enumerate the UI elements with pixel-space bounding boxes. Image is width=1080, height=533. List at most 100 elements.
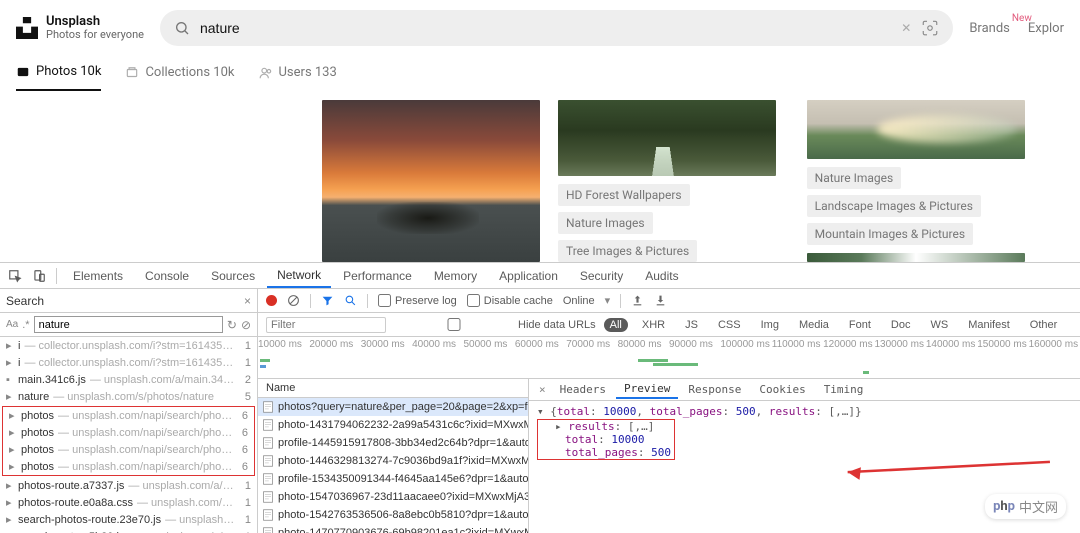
filter-media[interactable]: Media — [793, 318, 835, 332]
filter-ws[interactable]: WS — [924, 318, 954, 332]
clear-icon[interactable]: ✕ — [901, 21, 911, 35]
network-timeline[interactable]: 10000 ms20000 ms30000 ms40000 ms50000 ms… — [258, 337, 1080, 379]
refresh-icon[interactable]: ↻ — [227, 318, 237, 332]
nav-brands[interactable]: BrandsNew — [969, 21, 1010, 36]
tag[interactable]: HD Forest Wallpapers — [558, 184, 690, 206]
inspect-icon[interactable] — [8, 269, 22, 283]
search-result-row[interactable]: ▸i — collector.unsplash.com/i?stm=161435… — [0, 337, 257, 354]
search-icon[interactable] — [344, 294, 357, 307]
devtools-tab-sources[interactable]: Sources — [201, 265, 265, 287]
filter-all[interactable]: All — [604, 318, 628, 332]
search-result-row[interactable]: ▸search-route.e5b20.js — unsplash.com/a/… — [0, 528, 257, 533]
logo[interactable]: Unsplash Photos for everyone — [16, 15, 144, 41]
filter-icon[interactable] — [321, 294, 334, 307]
request-row[interactable]: photos?query=nature&per_page=20&page=2&x… — [258, 398, 528, 416]
close-icon[interactable]: × — [244, 294, 251, 308]
filter-other[interactable]: Other — [1024, 318, 1064, 332]
tab-collections[interactable]: Collections 10k — [125, 65, 234, 90]
detail-tab-response[interactable]: Response — [680, 381, 749, 398]
detail-tab-preview[interactable]: Preview — [616, 380, 678, 399]
filter-js[interactable]: JS — [679, 318, 704, 332]
device-icon[interactable] — [32, 269, 46, 283]
close-icon[interactable]: × — [535, 383, 550, 396]
devtools-tab-application[interactable]: Application — [489, 265, 568, 287]
devtools-tab-memory[interactable]: Memory — [424, 265, 487, 287]
search-result-row[interactable]: ▸i — collector.unsplash.com/i?stm=161435… — [0, 354, 257, 371]
filter-img[interactable]: Img — [755, 318, 785, 332]
search-result-row[interactable]: ▸photos — unsplash.com/napi/search/photo… — [3, 458, 254, 475]
record-icon[interactable] — [266, 295, 277, 306]
photo-gallery: HD Forest Wallpapers Nature Images Tree … — [0, 100, 1080, 262]
network-toolbar: Preserve log Disable cache Online ▾ — [258, 289, 1080, 313]
search-result-row[interactable]: ▸nature — unsplash.com/s/photos/nature5 — [0, 388, 257, 405]
tab-photos[interactable]: Photos 10k — [16, 64, 101, 91]
throttling-select[interactable]: Online — [563, 295, 595, 307]
filter-input[interactable] — [266, 317, 386, 333]
upload-icon[interactable] — [631, 294, 644, 307]
disable-cache-checkbox[interactable]: Disable cache — [467, 294, 553, 307]
filter-doc[interactable]: Doc — [885, 318, 917, 332]
search-result-row[interactable]: ▸photos-route.e0a8a.css — unsplash.com/a… — [0, 494, 257, 511]
search-bar[interactable]: ✕ — [160, 10, 953, 46]
tag[interactable]: Nature Images — [558, 212, 653, 234]
request-row[interactable]: photo-1547036967-23d11aacaee0?ixid=MXwxM… — [258, 488, 528, 506]
tag[interactable]: Nature Images — [807, 167, 902, 189]
match-case-icon[interactable]: Aa — [6, 319, 18, 330]
devtools-tab-audits[interactable]: Audits — [635, 265, 688, 287]
visual-search-icon[interactable] — [921, 19, 939, 37]
filter-xhr[interactable]: XHR — [636, 318, 671, 332]
nav-explore[interactable]: Explor — [1028, 21, 1064, 36]
search-result-row[interactable]: ▸photos — unsplash.com/napi/search/photo… — [3, 424, 254, 441]
devtools-tab-security[interactable]: Security — [570, 265, 633, 287]
filter-font[interactable]: Font — [843, 318, 877, 332]
search-result-row[interactable]: ▸photos — unsplash.com/napi/search/photo… — [3, 441, 254, 458]
search-result-row[interactable]: ▸photos — unsplash.com/napi/search/photo… — [3, 407, 254, 424]
tag[interactable]: Landscape Images & Pictures — [807, 195, 981, 217]
photo-mountain[interactable] — [807, 100, 1025, 159]
request-row[interactable]: photo-1542763536506-8a8ebc0b5810?dpr=1&a… — [258, 506, 528, 524]
photo-sunset[interactable] — [322, 100, 540, 262]
chevron-down-icon[interactable]: ▾ — [605, 294, 611, 307]
devtools-tab-network[interactable]: Network — [267, 264, 331, 288]
request-row[interactable]: photo-1470770903676-69b98201ea1c?ixid=MX… — [258, 524, 528, 533]
names-header[interactable]: Name — [258, 379, 528, 398]
file-icon — [262, 473, 274, 485]
clear-icon[interactable] — [287, 294, 300, 307]
tab-users[interactable]: Users 133 — [259, 65, 337, 90]
new-badge: New — [1012, 13, 1032, 24]
request-row[interactable]: profile-1445915917808-3bb34ed2c64b?dpr=1… — [258, 434, 528, 452]
search-input[interactable] — [200, 20, 891, 36]
tag[interactable]: Mountain Images & Pictures — [807, 223, 973, 245]
json-preview[interactable]: ▾ {total: 10000, total_pages: 500, resul… — [529, 401, 1080, 465]
detail-tab-headers[interactable]: Headers — [552, 381, 614, 398]
hide-data-urls-checkbox[interactable]: Hide data URLs — [394, 318, 596, 331]
clear-icon[interactable]: ⊘ — [241, 318, 251, 332]
search-result-row[interactable]: ▸search-photos-route.23e70.js — unsplash… — [0, 511, 257, 528]
file-icon — [262, 419, 274, 431]
filter-css[interactable]: CSS — [712, 318, 747, 332]
highlighted-results: ▸photos — unsplash.com/napi/search/photo… — [2, 406, 255, 476]
detail-tab-timing[interactable]: Timing — [816, 381, 872, 398]
search-result-row[interactable]: ▪main.341c6.js — unsplash.com/a/main.341… — [0, 371, 257, 388]
search-result-row[interactable]: ▸photos-route.a7337.js — unsplash.com/a/… — [0, 477, 257, 494]
regex-icon[interactable]: .* — [22, 319, 29, 331]
tag[interactable]: Tree Images & Pictures — [558, 240, 697, 262]
devtools-tab-elements[interactable]: Elements — [63, 265, 133, 287]
file-icon — [262, 491, 274, 503]
search-results: ▸i — collector.unsplash.com/i?stm=161435… — [0, 337, 257, 533]
photo-waterfall[interactable] — [807, 253, 1025, 262]
file-icon — [262, 437, 274, 449]
devtools-search-bar: Search × — [0, 289, 257, 313]
detail-tab-cookies[interactable]: Cookies — [751, 381, 813, 398]
preserve-log-checkbox[interactable]: Preserve log — [378, 294, 457, 307]
devtools-search-input[interactable] — [34, 316, 223, 333]
request-row[interactable]: photo-1446329813274-7c9036bd9a1f?ixid=MX… — [258, 452, 528, 470]
photo-forest[interactable] — [558, 100, 776, 176]
request-row[interactable]: profile-1534350091344-f4645aa145e6?dpr=1… — [258, 470, 528, 488]
filter-manifest[interactable]: Manifest — [962, 318, 1016, 332]
download-icon[interactable] — [654, 294, 667, 307]
request-row[interactable]: photo-1431794062232-2a99a5431c6c?ixid=MX… — [258, 416, 528, 434]
site-header: Unsplash Photos for everyone ✕ BrandsNew… — [0, 0, 1080, 56]
devtools-tab-performance[interactable]: Performance — [333, 265, 422, 287]
devtools-tab-console[interactable]: Console — [135, 265, 199, 287]
